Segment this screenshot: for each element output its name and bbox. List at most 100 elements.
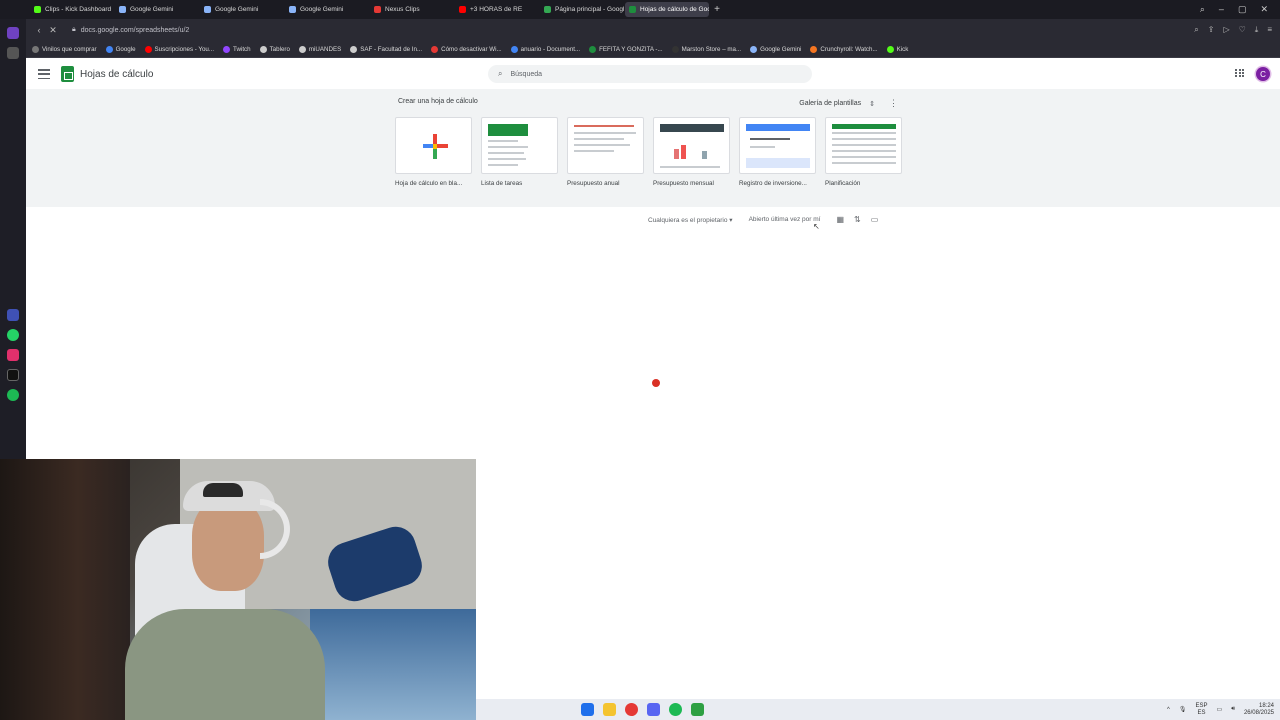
- bookmark-item[interactable]: Google: [105, 45, 136, 53]
- template-thumbnail[interactable]: [739, 117, 816, 174]
- bookmark-item[interactable]: Suscripciones - You...: [144, 45, 215, 53]
- template-thumbnail[interactable]: [567, 117, 644, 174]
- taskbar-apps: [581, 703, 704, 716]
- spotify-taskbar-icon[interactable]: [669, 703, 682, 716]
- discord-icon[interactable]: [647, 703, 660, 716]
- app-title[interactable]: Hojas de cálculo: [80, 69, 153, 80]
- back-icon[interactable]: ‹: [32, 25, 46, 35]
- gallery-label[interactable]: Galería de plantillas: [799, 100, 861, 107]
- bookmark-favicon-icon: [144, 45, 152, 53]
- browser-tab[interactable]: Página principal - Google: [540, 2, 624, 17]
- template-thumbnail[interactable]: [395, 117, 472, 174]
- avatar[interactable]: C: [1256, 67, 1270, 81]
- zoom-icon[interactable]: ⌕: [1194, 25, 1198, 35]
- aria-icon[interactable]: [7, 309, 19, 321]
- template-label[interactable]: Lista de tareas: [481, 180, 558, 187]
- share-icon[interactable]: ⇪: [1208, 25, 1215, 35]
- template-thumbnail[interactable]: [481, 117, 558, 174]
- url-text: docs.google.com/spreadsheets/u/2: [80, 26, 190, 34]
- template-label[interactable]: Registro de inversione...: [739, 180, 816, 187]
- more-options-icon[interactable]: ⋮: [889, 98, 898, 109]
- bookmark-label: Suscripciones - You...: [154, 45, 215, 53]
- template-planning[interactable]: Planificación: [825, 117, 902, 187]
- bookmarks-icon[interactable]: [7, 47, 19, 59]
- bookmark-item[interactable]: Kick: [886, 45, 908, 53]
- bookmark-item[interactable]: Twitch: [223, 45, 251, 53]
- maximize-button[interactable]: ▢: [1238, 4, 1247, 15]
- bookmark-label: Google: [115, 45, 136, 53]
- template-thumbnail[interactable]: [653, 117, 730, 174]
- bookmark-item[interactable]: Marston Store – ma...: [671, 45, 741, 53]
- whatsapp-icon[interactable]: [7, 329, 19, 341]
- opera-icon[interactable]: [625, 703, 638, 716]
- template-label[interactable]: Presupuesto mensual: [653, 180, 730, 187]
- browser-tab[interactable]: Google Gemini: [115, 2, 199, 17]
- template-blank[interactable]: Hoja de cálculo en bla...: [395, 117, 472, 187]
- template-label[interactable]: Presupuesto anual: [567, 180, 644, 187]
- browser-tab[interactable]: Google Gemini: [200, 2, 284, 17]
- browser-tab[interactable]: Nexus Clips: [370, 2, 454, 17]
- webcam-person-body: [125, 609, 325, 720]
- bookmark-item[interactable]: Vinilos que comprar: [32, 45, 97, 53]
- bookmark-item[interactable]: miUANDES: [298, 45, 341, 53]
- bookmark-item[interactable]: Cómo desactivar Wi...: [431, 45, 502, 53]
- template-thumbnail[interactable]: [825, 117, 902, 174]
- bookmark-item[interactable]: Tablero: [259, 45, 290, 53]
- sort-az-icon[interactable]: ⇅: [854, 215, 861, 224]
- browser-tab[interactable]: Google Gemini: [285, 2, 369, 17]
- search-input[interactable]: ⌕ Búsqueda: [488, 65, 812, 83]
- view-options: ▦ ⇅ ▭: [836, 215, 878, 224]
- expand-icon[interactable]: ⇕: [869, 100, 875, 108]
- template-label[interactable]: Planificación: [825, 180, 902, 187]
- chevron-up-icon[interactable]: ^: [1167, 707, 1170, 713]
- windows-start-icon[interactable]: [581, 703, 594, 716]
- microphone-icon[interactable]: 🎙︎: [1179, 706, 1187, 713]
- sheets-logo-icon[interactable]: [61, 66, 74, 82]
- template-investments[interactable]: Registro de inversione...: [739, 117, 816, 187]
- url-field[interactable]: 🔒︎ docs.google.com/spreadsheets/u/2: [66, 23, 1086, 38]
- template-monthly-budget[interactable]: Presupuesto mensual: [653, 117, 730, 187]
- play-icon[interactable]: ▷: [1223, 25, 1229, 35]
- browser-tab[interactable]: +3 HORAS de RE: [455, 2, 539, 17]
- window-controls: ⌕ – ▢ ✕: [1200, 4, 1280, 15]
- heart-icon[interactable]: ♡: [1239, 25, 1246, 35]
- sort-dropdown[interactable]: Abierto última vez por mí: [749, 216, 821, 223]
- download-icon[interactable]: ⤓: [1255, 25, 1259, 35]
- template-todo[interactable]: Lista de tareas: [481, 117, 558, 187]
- bookmark-item[interactable]: FEFITA Y GONZITA -...: [589, 45, 663, 53]
- bookmark-item[interactable]: Google Gemini: [750, 45, 801, 53]
- apps-grid-icon[interactable]: [1235, 69, 1244, 78]
- owner-filter-dropdown[interactable]: Cualquiera es el propietario ▾: [648, 216, 733, 224]
- template-label[interactable]: Hoja de cálculo en bla...: [395, 180, 472, 187]
- bookmark-item[interactable]: Crunchyroll: Watch...: [810, 45, 878, 53]
- webcam-cap-logo: [203, 483, 243, 497]
- bookmark-item[interactable]: anuario - Document...: [510, 45, 580, 53]
- language-indicator[interactable]: ESP ES: [1196, 703, 1208, 717]
- hamburger-menu-icon[interactable]: [38, 69, 50, 79]
- bookmark-item[interactable]: SAF - Facultad de In...: [350, 45, 422, 53]
- app-green-icon[interactable]: [691, 703, 704, 716]
- network-icon[interactable]: ▭: [1217, 706, 1223, 713]
- file-explorer-icon[interactable]: [603, 703, 616, 716]
- instagram-icon[interactable]: [7, 349, 19, 361]
- x-icon[interactable]: [7, 369, 19, 381]
- browser-tab[interactable]: Clips - Kick Dashboard: [30, 2, 114, 17]
- menu-icon[interactable]: ≡: [1267, 25, 1272, 35]
- template-gallery-toggle[interactable]: Galería de plantillas ⇕ ⋮: [799, 98, 898, 109]
- template-annual-budget[interactable]: Presupuesto anual: [567, 117, 644, 187]
- close-window-button[interactable]: ✕: [1260, 4, 1268, 15]
- grid-view-icon[interactable]: ▦: [836, 215, 844, 224]
- minimize-button[interactable]: –: [1219, 4, 1224, 15]
- clock[interactable]: 18:24 26/08/2025: [1244, 703, 1274, 717]
- browser-tab[interactable]: Hojas de cálculo de Goo: [625, 2, 709, 17]
- tab-label: Google Gemini: [130, 6, 174, 13]
- bookmark-label: Cómo desactivar Wi...: [441, 45, 502, 53]
- tab-favicon-icon: [629, 6, 636, 13]
- home-icon[interactable]: [7, 27, 19, 39]
- volume-icon[interactable]: 🔊︎: [1231, 706, 1235, 713]
- search-tabs-icon[interactable]: ⌕: [1200, 4, 1205, 15]
- reload-icon[interactable]: ✕: [46, 25, 60, 36]
- folder-icon[interactable]: ▭: [871, 215, 879, 224]
- new-tab-button[interactable]: +: [710, 4, 724, 15]
- spotify-icon[interactable]: [7, 389, 19, 401]
